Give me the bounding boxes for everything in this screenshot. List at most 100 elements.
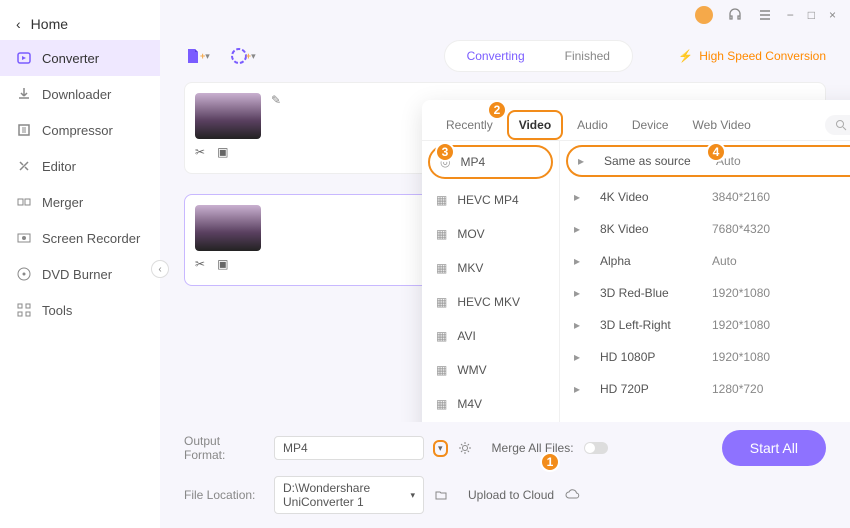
format-m4v[interactable]: ▦M4V <box>422 387 559 421</box>
preset-alpha[interactable]: ▸AlphaAuto✎ <box>560 245 850 277</box>
sidebar-title: Home <box>31 16 68 32</box>
format-tab-audio[interactable]: Audio <box>567 110 618 140</box>
crop-icon[interactable]: ▣ <box>217 145 228 159</box>
sidebar-item-converter[interactable]: Converter <box>0 40 160 76</box>
format-avi[interactable]: ▦AVI <box>422 319 559 353</box>
play-box-icon: ▸ <box>574 318 588 332</box>
compressor-icon <box>16 122 32 138</box>
format-mkv[interactable]: ▦MKV <box>422 251 559 285</box>
recorder-icon <box>16 230 32 246</box>
thumb-actions: ✂ ▣ <box>195 257 261 271</box>
sidebar-item-label: Converter <box>42 51 99 66</box>
format-hevc-mp4[interactable]: ▦HEVC MP4 <box>422 183 559 217</box>
cloud-icon[interactable] <box>564 488 580 502</box>
preset-list[interactable]: ▸Same as sourceAuto✎ ▸4K Video3840*2160✎… <box>560 141 850 454</box>
format-wmv[interactable]: ▦WMV <box>422 353 559 387</box>
file-location-select[interactable]: D:\Wondershare UniConverter 1▾ <box>274 476 424 514</box>
sidebar-item-compressor[interactable]: Compressor <box>0 112 160 148</box>
output-format-dropdown-icon[interactable]: ▾ <box>433 440 448 457</box>
sidebar-item-tools[interactable]: Tools <box>0 292 160 328</box>
format-tabs: Recently Video Audio Device Web Video Se… <box>422 100 850 141</box>
film-icon: ▦ <box>436 193 447 207</box>
output-format-select[interactable]: MP4 <box>274 436 424 460</box>
play-box-icon: ▸ <box>574 222 588 236</box>
film-icon: ▦ <box>436 397 447 411</box>
maximize-button[interactable]: □ <box>808 8 815 22</box>
lightning-icon: ⚡ <box>678 49 693 63</box>
back-icon[interactable]: ‹ <box>16 16 21 32</box>
video-thumbnail[interactable] <box>195 205 261 251</box>
user-avatar-icon[interactable] <box>695 6 713 24</box>
output-format-label: Output Format: <box>184 434 264 462</box>
sidebar-item-merger[interactable]: Merger <box>0 184 160 220</box>
play-box-icon: ▸ <box>574 350 588 364</box>
film-icon: ▦ <box>436 363 447 377</box>
sidebar-item-label: Tools <box>42 303 72 318</box>
converter-icon <box>16 50 32 66</box>
trim-icon[interactable]: ✂ <box>195 145 205 159</box>
close-button[interactable]: × <box>829 8 836 22</box>
thumb-col: ✂ ▣ <box>195 205 261 271</box>
play-box-icon: ▸ <box>574 254 588 268</box>
sidebar-item-editor[interactable]: Editor <box>0 148 160 184</box>
format-list[interactable]: ◎MP4 ▦HEVC MP4 ▦MOV ▦MKV ▦HEVC MKV ▦AVI … <box>422 141 560 454</box>
editor-icon <box>16 158 32 174</box>
add-link-icon[interactable]: +▾ <box>230 47 256 65</box>
status-tabs: Converting Finished <box>444 40 633 72</box>
add-file-icon[interactable]: +▾ <box>184 47 210 65</box>
sidebar-item-dvd-burner[interactable]: DVD Burner <box>0 256 160 292</box>
play-box-icon: ▸ <box>574 382 588 396</box>
sidebar-item-label: Downloader <box>42 87 111 102</box>
film-icon: ▦ <box>436 329 447 343</box>
trim-icon[interactable]: ✂ <box>195 257 205 271</box>
tools-icon <box>16 302 32 318</box>
start-all-button[interactable]: Start All <box>722 430 826 466</box>
headset-icon[interactable] <box>727 7 743 23</box>
film-icon: ▦ <box>436 227 447 241</box>
video-thumbnail[interactable] <box>195 93 261 139</box>
minimize-button[interactable]: − <box>787 8 794 22</box>
preset-hd-1080p[interactable]: ▸HD 1080P1920*1080✎ <box>560 341 850 373</box>
sidebar-item-screen-recorder[interactable]: Screen Recorder <box>0 220 160 256</box>
preset-hd-720p[interactable]: ▸HD 720P1280*720✎ <box>560 373 850 405</box>
downloader-icon <box>16 86 32 102</box>
preset-3d-left-right[interactable]: ▸3D Left-Right1920*1080✎ <box>560 309 850 341</box>
edit-title-icon[interactable]: ✎ <box>271 93 281 107</box>
output-format-row: Output Format: MP4 ▾ Merge All Files: St… <box>184 430 826 466</box>
content-header: +▾ +▾ Converting Finished ⚡ High Speed C… <box>160 30 850 82</box>
search-icon <box>835 119 847 131</box>
callout-badge-1: 1 <box>540 452 560 472</box>
format-tab-device[interactable]: Device <box>622 110 679 140</box>
merger-icon <box>16 194 32 210</box>
sidebar-item-downloader[interactable]: Downloader <box>0 76 160 112</box>
preset-4k[interactable]: ▸4K Video3840*2160✎ <box>560 181 850 213</box>
tab-finished[interactable]: Finished <box>545 43 630 69</box>
format-hevc-mkv[interactable]: ▦HEVC MKV <box>422 285 559 319</box>
folder-icon[interactable] <box>434 488 448 502</box>
sidebar: ‹ Home Converter Downloader Compressor E… <box>0 0 160 528</box>
format-mov[interactable]: ▦MOV <box>422 217 559 251</box>
merge-label: Merge All Files: <box>492 441 574 455</box>
sidebar-item-label: Editor <box>42 159 76 174</box>
film-icon: ▦ <box>436 295 447 309</box>
preset-3d-red-blue[interactable]: ▸3D Red-Blue1920*1080✎ <box>560 277 850 309</box>
footer: Output Format: MP4 ▾ Merge All Files: St… <box>160 422 850 528</box>
format-tab-web-video[interactable]: Web Video <box>683 110 761 140</box>
gear-icon[interactable] <box>458 441 472 455</box>
play-box-icon: ▸ <box>574 286 588 300</box>
crop-icon[interactable]: ▣ <box>217 257 228 271</box>
high-speed-conversion[interactable]: ⚡ High Speed Conversion <box>678 49 826 63</box>
callout-badge-3: 3 <box>435 142 455 162</box>
file-location-label: File Location: <box>184 488 264 502</box>
thumb-actions: ✂ ▣ <box>195 145 261 159</box>
film-icon: ▦ <box>436 261 447 275</box>
menu-icon[interactable] <box>757 7 773 23</box>
preset-8k[interactable]: ▸8K Video7680*4320✎ <box>560 213 850 245</box>
merge-toggle[interactable] <box>584 442 608 454</box>
sidebar-collapse-icon[interactable]: ‹ <box>151 260 169 278</box>
sidebar-item-label: Compressor <box>42 123 113 138</box>
sidebar-item-label: DVD Burner <box>42 267 112 282</box>
format-search[interactable]: Search <box>825 115 850 135</box>
format-tab-video[interactable]: Video <box>507 110 563 140</box>
tab-converting[interactable]: Converting <box>447 43 545 69</box>
